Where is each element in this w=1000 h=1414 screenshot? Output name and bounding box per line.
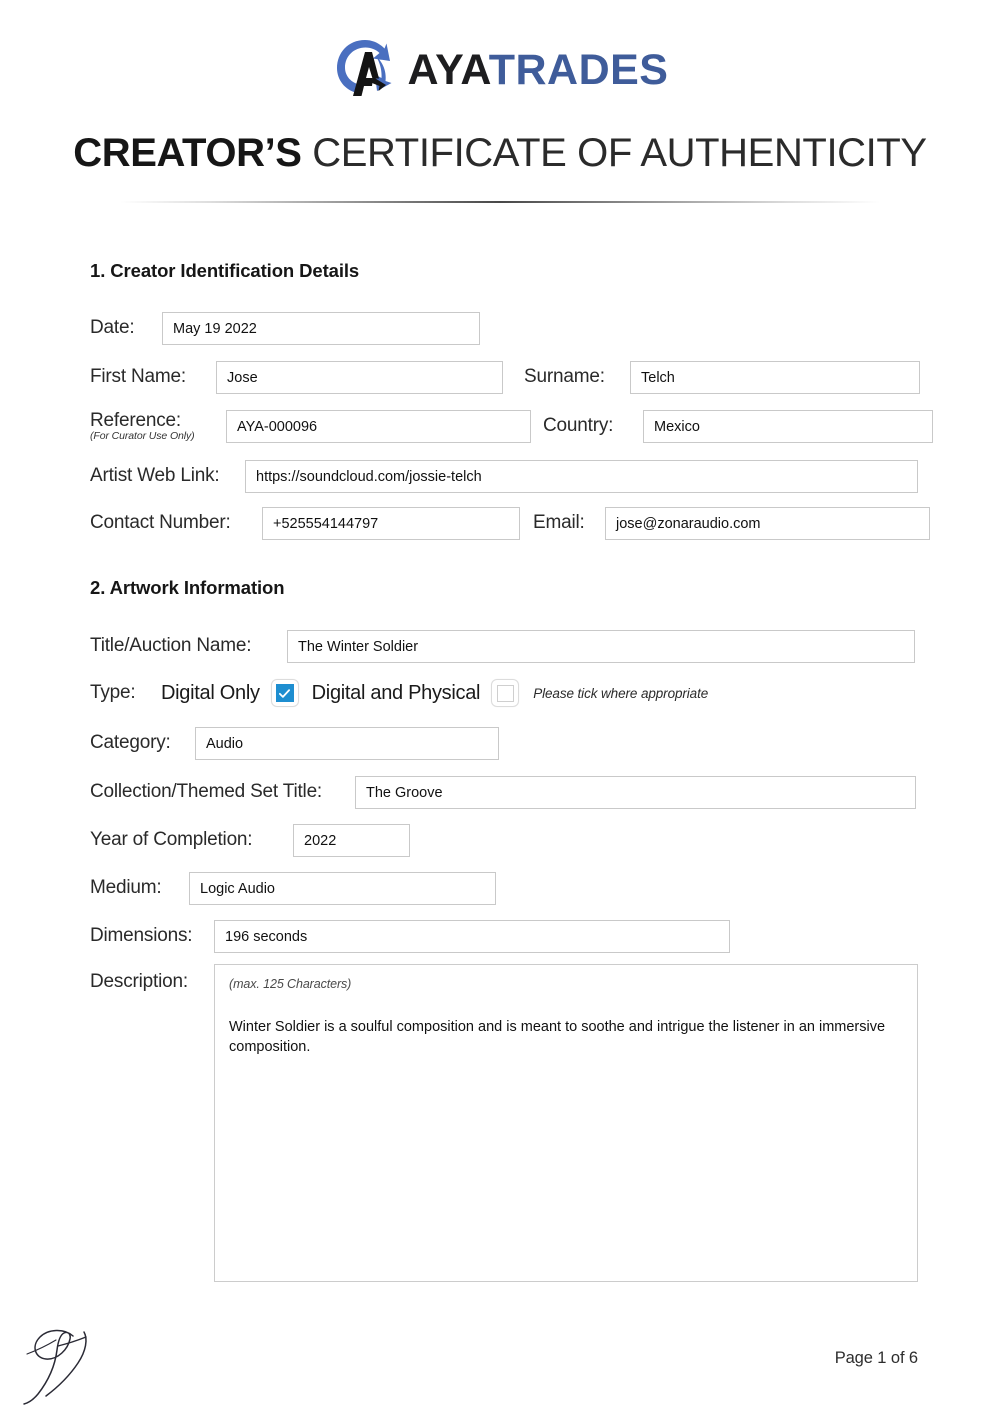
medium-field[interactable]: Logic Audio [189, 872, 496, 905]
row-reference: Reference: (For Curator Use Only) AYA-000… [90, 410, 933, 443]
date-label: Date: [90, 317, 135, 339]
type-option-digital-physical-label: Digital and Physical [311, 681, 481, 704]
dimensions-label: Dimensions: [90, 925, 193, 947]
section-2-heading: 2. Artwork Information [90, 577, 285, 598]
artwork-title-label: Title/Auction Name: [90, 635, 252, 657]
first-name-field[interactable]: Jose [216, 361, 503, 394]
date-field[interactable]: May 19 2022 [162, 312, 480, 345]
check-icon [279, 688, 291, 698]
checkbox-digital-only[interactable] [270, 679, 299, 707]
row-type: Type: Digital Only Digital and Physical … [90, 679, 708, 707]
surname-label: Surname: [524, 366, 605, 388]
description-label: Description: [90, 971, 188, 992]
title-divider [120, 200, 880, 203]
reference-label: Reference: (For Curator Use Only) [90, 409, 226, 442]
row-date: Date: May 19 2022 [90, 312, 480, 345]
web-link-field[interactable]: https://soundcloud.com/jossie-telch [245, 460, 918, 493]
year-label: Year of Completion: [90, 829, 253, 851]
collection-label: Collection/Themed Set Title: [90, 781, 323, 803]
category-field[interactable]: Audio [195, 727, 499, 760]
reference-label-text: Reference: [90, 409, 181, 431]
page-title: CREATOR’S CERTIFICATE OF AUTHENTICITY [0, 132, 1000, 174]
description-value: Winter Soldier is a soulful composition … [229, 1019, 886, 1055]
page-number: Page 1 of 6 [834, 1349, 918, 1367]
reference-sub-label: (For Curator Use Only) [90, 429, 195, 442]
description-hint: (max. 125 Characters) [229, 977, 352, 991]
row-dimensions: Dimensions: 196 seconds [90, 920, 730, 953]
description-field[interactable]: (max. 125 Characters) Winter Soldier is … [214, 964, 918, 1282]
brand-name-aya: AYA [407, 45, 489, 94]
year-field[interactable]: 2022 [293, 824, 410, 857]
checkbox-digital-and-physical-fill [496, 684, 514, 702]
reference-field[interactable]: AYA-000096 [226, 410, 531, 443]
certificate-page: AYATRADES CREATOR’S CERTIFICATE OF AUTHE… [0, 0, 1000, 1414]
collection-field[interactable]: The Groove [355, 776, 916, 809]
artwork-title-field[interactable]: The Winter Soldier [287, 630, 915, 663]
row-medium: Medium: Logic Audio [90, 872, 496, 905]
first-name-label: First Name: [90, 366, 186, 388]
dimensions-field[interactable]: 196 seconds [214, 920, 730, 953]
web-link-label: Artist Web Link: [90, 465, 220, 487]
page-title-strong: CREATOR’S [73, 131, 302, 175]
row-artwork-title: Title/Auction Name: The Winter Soldier [90, 630, 915, 663]
email-label: Email: [533, 512, 585, 534]
brand-name-trades: TRADES [488, 45, 669, 94]
handwritten-signature-icon [18, 1318, 138, 1408]
country-field[interactable]: Mexico [643, 410, 933, 443]
type-label: Type: [90, 681, 136, 703]
checkbox-digital-only-fill [275, 684, 294, 702]
row-collection: Collection/Themed Set Title: The Groove [90, 776, 916, 809]
contact-field[interactable]: +525554144797 [262, 507, 520, 540]
medium-label: Medium: [90, 877, 162, 899]
contact-label: Contact Number: [90, 512, 231, 534]
brand-wordmark: AYATRADES [407, 45, 669, 94]
section-1-heading: 1. Creator Identification Details [90, 260, 360, 281]
page-title-rest: CERTIFICATE OF AUTHENTICITY [312, 131, 927, 175]
row-web-link: Artist Web Link: https://soundcloud.com/… [90, 460, 918, 493]
row-category: Category: Audio [90, 727, 499, 760]
row-year: Year of Completion: 2022 [90, 824, 410, 857]
type-note: Please tick where appropriate [533, 685, 709, 701]
country-label: Country: [543, 415, 614, 437]
brand-logo: AYATRADES [0, 30, 1000, 110]
surname-field[interactable]: Telch [630, 361, 920, 394]
document-header: AYATRADES CREATOR’S CERTIFICATE OF AUTHE… [0, 0, 1000, 203]
row-name: First Name: Jose Surname: Telch [90, 361, 920, 394]
email-field[interactable]: jose@zonaraudio.com [605, 507, 930, 540]
type-option-digital-only-label: Digital Only [161, 681, 260, 704]
checkbox-digital-and-physical[interactable] [491, 679, 520, 707]
category-label: Category: [90, 732, 171, 754]
aya-swoosh-arrow-logo-icon [332, 34, 398, 106]
row-contact: Contact Number: +525554144797 Email: jos… [90, 507, 930, 540]
